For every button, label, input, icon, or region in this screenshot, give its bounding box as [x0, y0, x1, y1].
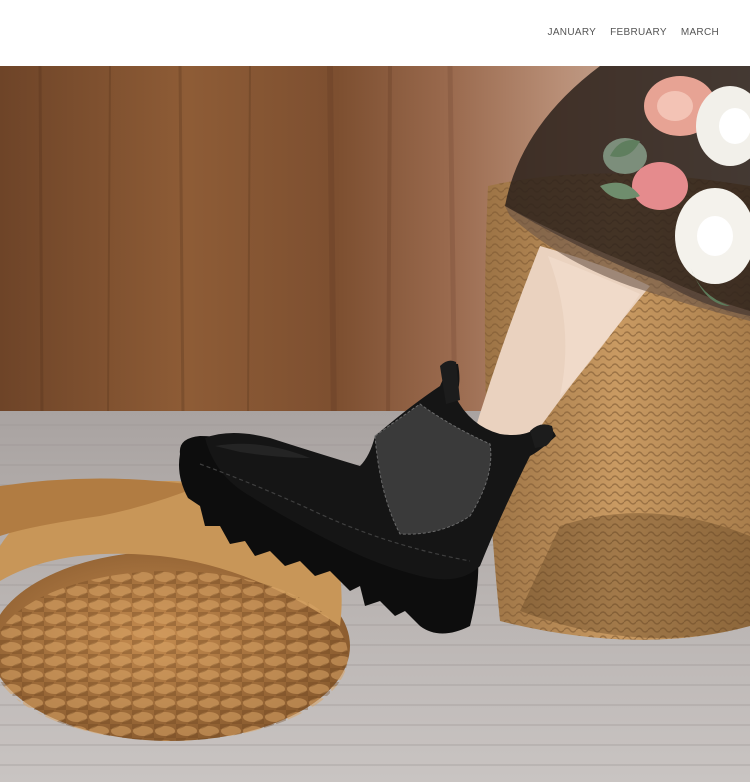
header-bar: JANUARY FEBRUARY MARCH	[0, 0, 750, 66]
nav-item-february[interactable]: FEBRUARY	[610, 26, 667, 40]
month-nav: JANUARY FEBRUARY MARCH	[548, 26, 719, 40]
boot-scene	[0, 66, 750, 782]
nav-item-march[interactable]: MARCH	[681, 26, 719, 40]
product-page: JANUARY FEBRUARY MARCH	[0, 0, 750, 782]
nav-item-january[interactable]: JANUARY	[548, 26, 597, 40]
product-photo	[0, 66, 750, 782]
